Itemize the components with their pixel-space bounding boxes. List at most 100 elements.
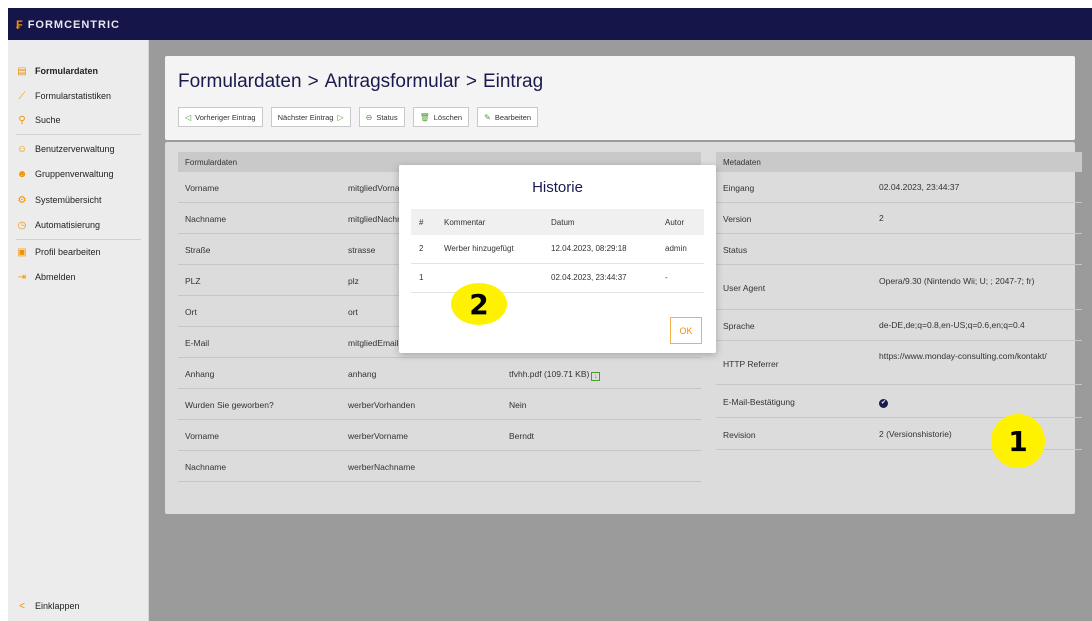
id-card-icon: ▣ [17, 246, 27, 258]
sidebar-item-label: Suche [35, 115, 61, 125]
ok-button[interactable]: OK [670, 317, 702, 344]
metadata-header: Metadaten [716, 152, 1082, 172]
metadata-row: Status [716, 234, 1082, 265]
metadata-row: Sprache de-DE,de;q=0.8,en-US;q=0.6,en;q=… [716, 310, 1082, 341]
field-label: Vorname [185, 183, 220, 193]
button-label: Bearbeiten [494, 112, 532, 122]
field-label: Straße [185, 245, 211, 255]
metadata-row: Eingang 02.04.2023, 23:44:37 [716, 172, 1082, 203]
field-label: E-Mail [185, 338, 210, 348]
revision-date: 12.04.2023, 08:29:18 [551, 244, 627, 253]
brand-name: FORMCENTRIC [27, 19, 120, 31]
previous-entry-button[interactable]: ◁ Vorheriger Eintrag [178, 107, 263, 127]
sidebar-item-abmelden[interactable]: ⇥ Abmelden [16, 268, 76, 286]
sidebar-item-automatisierung[interactable]: ◷ Automatisierung [16, 216, 100, 234]
breadcrumb-item-current: Eintrag [482, 71, 544, 92]
meta-value: 2 [879, 213, 884, 223]
button-label: Vorheriger Eintrag [195, 112, 256, 122]
chevron-left-icon: < [19, 600, 25, 612]
meta-label: HTTP Referrer [723, 359, 779, 369]
sidebar-item-label: Profil bearbeiten [35, 247, 101, 257]
column-header: Kommentar [444, 218, 486, 227]
sidebar-item-label: Formularstatistiken [35, 91, 112, 101]
check-circle-icon: ✔ [879, 399, 888, 408]
sidebar-item-label: Automatisierung [35, 220, 101, 230]
field-name: ort [348, 307, 358, 317]
field-name: werberNachname [348, 462, 416, 472]
document-icon: ▤ [17, 65, 27, 77]
collapse-label: Einklappen [35, 601, 80, 611]
field-name: anhang [348, 369, 377, 379]
metadata-row: HTTP Referrer https://www.monday-consult… [716, 341, 1082, 385]
annotation-marker-2: 2 [451, 283, 507, 325]
user-icon: ☺ [16, 143, 28, 155]
breadcrumb-separator: > [307, 71, 319, 92]
sidebar-divider [16, 239, 141, 240]
sidebar-item-formularstatistiken[interactable]: ⟋ Formularstatistiken [16, 87, 112, 105]
revision-comment: Werber hinzugefügt [444, 244, 514, 253]
pencil-icon: ✎ [484, 112, 491, 122]
sidebar-item-profil-bearbeiten[interactable]: ▣ Profil bearbeiten [16, 243, 101, 261]
sidebar-item-gruppenverwaltung[interactable]: ☻ Gruppenverwaltung [16, 165, 114, 183]
sidebar-item-formulardaten[interactable]: ▤ Formulardaten [16, 62, 98, 80]
revision-number: 2 [419, 244, 424, 253]
breadcrumb-item[interactable]: Formulardaten [178, 71, 302, 92]
dialog-title: Historie [532, 179, 583, 196]
revision-date: 02.04.2023, 23:44:37 [551, 273, 627, 282]
formdata-row: Wurden Sie geworben? werberVorhanden Nei… [178, 389, 701, 420]
sidebar-item-label: Gruppenverwaltung [35, 169, 114, 179]
field-name: werberVorhanden [348, 400, 416, 410]
column-header: Autor [665, 218, 685, 227]
field-label: Nachname [185, 214, 227, 224]
metadata-row: Version 2 [716, 203, 1082, 234]
field-value: Nein [509, 400, 527, 410]
gear-icon: ⚙ [17, 194, 27, 206]
chart-line-icon: ⟋ [18, 90, 26, 102]
field-label: Anhang [185, 369, 215, 379]
toolbar: ◁ Vorheriger Eintrag Nächster Eintrag ▷ … [178, 107, 539, 127]
brand-logo[interactable]: ₣ FORMCENTRIC [16, 18, 120, 32]
formdata-row: Nachname werberNachname [178, 451, 701, 482]
meta-label: Sprache [723, 321, 755, 331]
sidebar-item-label: Benutzerverwaltung [35, 144, 115, 154]
table-row[interactable]: 1 02.04.2023, 23:44:37 - [411, 264, 704, 293]
field-value: Berndt [509, 431, 535, 441]
logout-icon: ⇥ [17, 271, 27, 283]
meta-value: ✔ [879, 395, 1077, 408]
table-row[interactable]: 2 Werber hinzugefügt 12.04.2023, 08:29:1… [411, 235, 704, 264]
button-label: Nächster Eintrag [277, 112, 334, 122]
attachment-link[interactable]: tfvhh.pdf (109.71 KB) ↓ [509, 369, 601, 381]
meta-label: Status [723, 245, 748, 255]
triangle-left-icon: ◁ [185, 112, 192, 122]
trash-icon: 🗑 [419, 112, 430, 122]
users-icon: ☻ [16, 168, 28, 180]
field-name: werberVorname [348, 431, 409, 441]
status-button[interactable]: ⊖ Status [358, 107, 405, 127]
formdata-row: Vorname werberVorname Berndt [178, 420, 701, 451]
breadcrumb-item[interactable]: Antragsformular [325, 71, 460, 92]
triangle-right-icon: ▷ [337, 112, 344, 122]
column-header: # [419, 218, 424, 227]
sidebar-item-suche[interactable]: ⚲ Suche [16, 111, 61, 129]
field-label: Wurden Sie geworben? [185, 400, 274, 410]
clock-icon: ◷ [17, 219, 27, 231]
collapse-button[interactable]: < Einklappen [16, 597, 80, 615]
edit-button[interactable]: ✎ Bearbeiten [477, 107, 539, 127]
formdata-row: Anhang anhang tfvhh.pdf (109.71 KB) ↓ [178, 358, 701, 389]
sidebar-item-benutzerverwaltung[interactable]: ☺ Benutzerverwaltung [16, 140, 115, 158]
version-history-link[interactable]: 2 (Versionshistorie) [879, 428, 1077, 440]
next-entry-button[interactable]: Nächster Eintrag ▷ [270, 107, 351, 127]
meta-label: E-Mail-Bestätigung [723, 397, 795, 407]
meta-value: https://www.monday-consulting.com/kontak… [879, 351, 1047, 361]
meta-label: Eingang [723, 183, 755, 193]
sidebar-item-systemuebersicht[interactable]: ⚙ Systemübersicht [16, 191, 102, 209]
sidebar-item-label: Abmelden [35, 272, 76, 282]
history-table: # Kommentar Datum Autor 2 Werber hinzuge… [411, 209, 704, 293]
field-label: Ort [185, 307, 197, 317]
field-name: strasse [348, 245, 376, 255]
page-header: Formulardaten > Antragsformular > Eintrag ◁ … [165, 56, 1075, 140]
breadcrumb-separator: > [465, 71, 477, 92]
delete-button[interactable]: 🗑 Löschen [412, 107, 470, 127]
download-icon[interactable]: ↓ [591, 372, 601, 381]
table-header: # Kommentar Datum Autor [411, 209, 704, 235]
